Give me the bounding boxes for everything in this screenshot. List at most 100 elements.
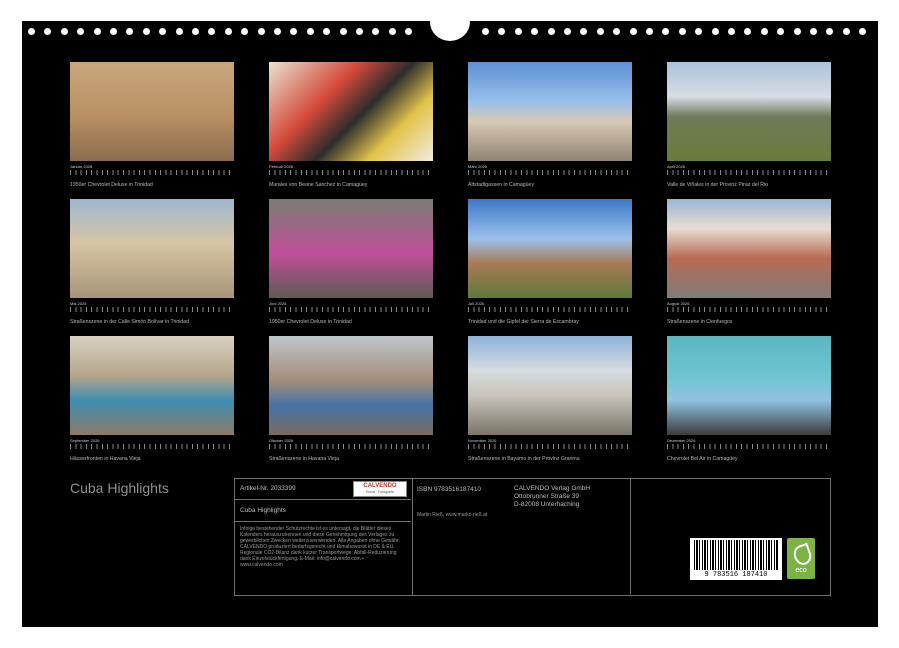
month-photo bbox=[70, 336, 234, 435]
month-cell: Februar 2026 Murales von Beane Sanchez in… bbox=[269, 62, 433, 188]
binding-hole bbox=[728, 28, 735, 35]
binding-hole bbox=[405, 28, 413, 35]
binding-hole bbox=[711, 28, 719, 35]
barcode-bars bbox=[694, 540, 778, 570]
month-label: Mai 2026 bbox=[70, 301, 87, 306]
month-label: Februar 2026 bbox=[269, 164, 294, 169]
legal-text: Infolge bestehender Schutzrechte ist es … bbox=[240, 526, 400, 568]
month-photo bbox=[468, 62, 632, 161]
logo-subtext: Kunst · Fotografie bbox=[366, 490, 394, 494]
binding-hole bbox=[110, 28, 117, 35]
binding-hole bbox=[580, 28, 588, 35]
month-label: Dezember 2026 bbox=[667, 438, 696, 443]
month-label: Januar 2026 bbox=[70, 164, 93, 169]
month-cell: September 2026 Häuserfronten in Havana Vi… bbox=[70, 336, 234, 462]
hanger-notch bbox=[430, 3, 470, 41]
binding-hole bbox=[93, 28, 101, 35]
month-cell: Mai 2026 Straßenszene in der Calle Simón … bbox=[70, 199, 234, 325]
binding-hole bbox=[678, 28, 686, 35]
day-grid bbox=[667, 170, 831, 175]
month-photo bbox=[667, 336, 831, 435]
day-grid bbox=[468, 444, 632, 449]
day-grid bbox=[667, 444, 831, 449]
day-grid bbox=[70, 307, 234, 312]
month-photo bbox=[70, 62, 234, 161]
isbn: ISBN 9783516187410 bbox=[417, 486, 481, 493]
binding-hole bbox=[514, 28, 522, 35]
month-photo bbox=[468, 336, 632, 435]
binding-hole bbox=[323, 28, 331, 35]
leaf-icon bbox=[791, 542, 814, 568]
month-cell: August 2026 Straßenszene in Cienfuegos bbox=[667, 199, 831, 325]
photo-caption: Valle de Viñales in der Provinz Pinar de… bbox=[667, 182, 769, 188]
month-cell: April 2026 Valle de Viñales in der Provin… bbox=[667, 62, 831, 188]
binding-hole bbox=[208, 28, 216, 35]
binding-hole bbox=[547, 28, 555, 35]
binding-hole bbox=[531, 28, 539, 35]
month-photo bbox=[269, 62, 433, 161]
day-grid bbox=[468, 307, 632, 312]
binding-hole bbox=[159, 28, 167, 35]
binding-hole bbox=[142, 28, 150, 35]
binding-hole bbox=[810, 28, 817, 35]
month-photo bbox=[667, 62, 831, 161]
binding-hole bbox=[662, 28, 670, 35]
month-photo bbox=[269, 336, 433, 435]
month-photo bbox=[468, 199, 632, 298]
month-cell: März 2026 Altstadtgassen in Camagüey bbox=[468, 62, 632, 188]
photo-caption: Trinidad und die Gipfel der Sierra de Es… bbox=[468, 319, 579, 325]
day-grid bbox=[667, 307, 831, 312]
binding-hole bbox=[290, 28, 298, 35]
binding-hole bbox=[613, 28, 621, 35]
month-photo bbox=[269, 199, 433, 298]
photo-caption: Altstadtgassen in Camagüey bbox=[468, 182, 535, 188]
binding-hole bbox=[44, 28, 52, 35]
binding-hole bbox=[744, 28, 752, 35]
photo-caption: Straßenszene in der Calle Simón Bolívar … bbox=[70, 319, 190, 325]
binding-hole bbox=[356, 28, 363, 35]
binding-hole bbox=[482, 28, 489, 35]
author-credit: Martin Rieß, www.marko-rieß.at bbox=[417, 512, 488, 518]
barcode-digits: 9 783516 187410 bbox=[704, 571, 768, 579]
binding-hole bbox=[388, 28, 396, 35]
day-grid bbox=[468, 170, 632, 175]
binding-hole bbox=[646, 28, 653, 35]
photo-caption: Straßenszene in Havana Vieja bbox=[269, 456, 339, 462]
binding-hole bbox=[77, 28, 85, 35]
photo-caption: 1950er Chevrolet Deluxe in Trinidad bbox=[269, 319, 352, 325]
month-label: Oktober 2026 bbox=[269, 438, 294, 443]
binding-hole bbox=[372, 28, 380, 35]
month-cell: Dezember 2026 Chevrolet Bel Air in Camagü… bbox=[667, 336, 831, 462]
publisher-street: Ottobrunner Straße 39 bbox=[514, 493, 580, 500]
binding-hole bbox=[629, 28, 637, 35]
photo-caption: Straßenszene in Bayamo in der Provinz Gr… bbox=[468, 456, 580, 462]
binding-hole bbox=[224, 28, 232, 35]
binding-hole bbox=[126, 28, 134, 35]
calendar-title: Cuba Highlights bbox=[70, 480, 169, 496]
day-grid bbox=[269, 307, 433, 312]
binding-hole bbox=[339, 28, 347, 35]
binding-hole bbox=[274, 28, 281, 35]
binding-hole bbox=[60, 28, 68, 35]
binding-hole bbox=[175, 28, 183, 35]
month-label: August 2026 bbox=[667, 301, 690, 306]
photo-caption: Straßenszene in Cienfuegos bbox=[667, 319, 733, 325]
month-label: Juli 2026 bbox=[468, 301, 485, 306]
photo-caption: Murales von Beane Sanchez in Camagüey bbox=[269, 182, 368, 188]
photo-caption: Chevrolet Bel Air in Camagüey bbox=[667, 456, 738, 462]
info-divider-3 bbox=[630, 478, 631, 594]
binding-hole bbox=[564, 28, 571, 35]
month-label: September 2026 bbox=[70, 438, 100, 443]
day-grid bbox=[269, 170, 433, 175]
binding-hole bbox=[596, 28, 604, 35]
month-label: April 2026 bbox=[667, 164, 686, 169]
binding-hole bbox=[306, 28, 314, 35]
month-photo bbox=[70, 199, 234, 298]
barcode: 9 783516 187410 bbox=[690, 538, 782, 580]
eco-badge: eco bbox=[787, 538, 815, 579]
binding-hole bbox=[826, 28, 834, 35]
month-cell: November 2026 Straßenszene in Bayamo in d… bbox=[468, 336, 632, 462]
calendar-back-cover: Januar 2026 1950er Chevrolet Deluxe in Tr… bbox=[22, 3, 878, 627]
info-divider-1 bbox=[234, 499, 411, 500]
binding-hole bbox=[760, 28, 768, 35]
